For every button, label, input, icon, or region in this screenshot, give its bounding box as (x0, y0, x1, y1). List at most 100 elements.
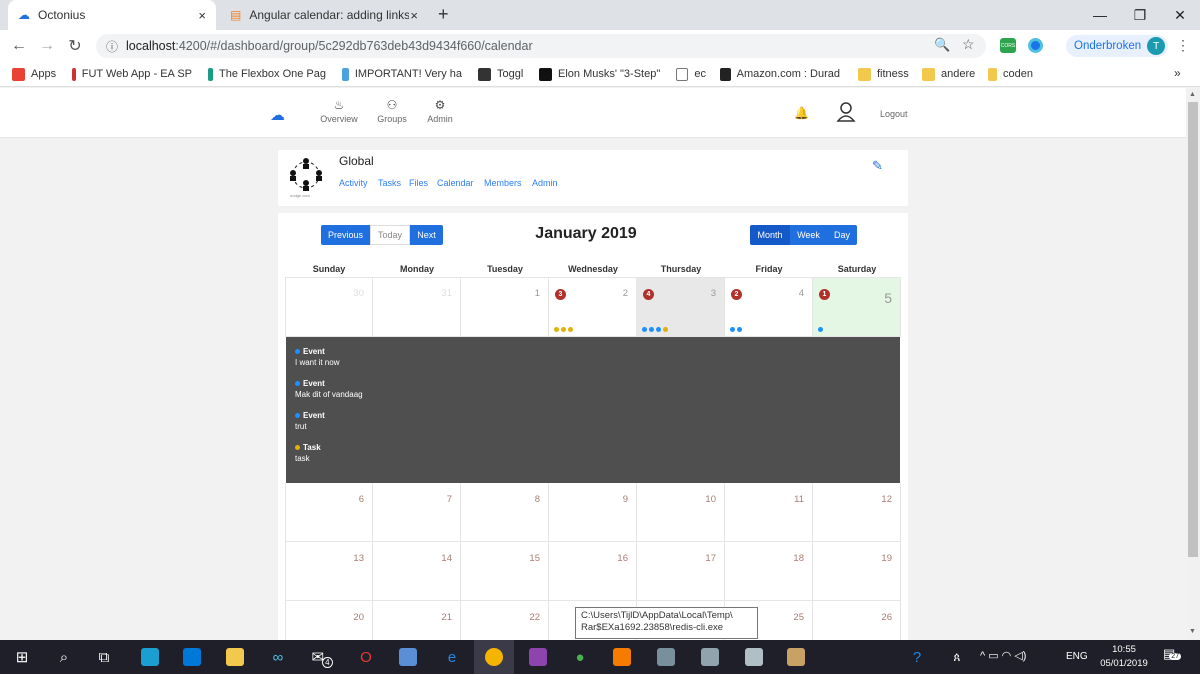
media-player-icon[interactable] (602, 640, 642, 674)
event-item[interactable]: Event Mak dit of vandaag (295, 379, 363, 399)
calendar-day-cell[interactable]: 23 (549, 277, 637, 337)
edge-icon[interactable]: e (432, 640, 472, 674)
octonius-logo-icon[interactable]: ☁ (270, 106, 285, 124)
close-window-button[interactable]: ✕ (1160, 0, 1200, 30)
bookmark-item[interactable]: andere (922, 66, 977, 82)
bookmark-item[interactable]: The Flexbox One Pag (208, 66, 326, 82)
calendar-day-cell[interactable]: 15 (461, 542, 549, 601)
store-icon[interactable] (172, 640, 212, 674)
edit-pencil-icon[interactable]: ✎ (872, 158, 883, 174)
more-bookmarks-icon[interactable]: » (1174, 66, 1181, 80)
calendar-day-cell[interactable]: 34 (637, 277, 725, 337)
group-tab-members[interactable]: Members (484, 178, 522, 188)
people-tray-icon[interactable]: ጰ (937, 640, 977, 674)
profile-button[interactable]: Onderbroken T (1066, 35, 1168, 57)
monitor-app-icon[interactable] (734, 640, 774, 674)
previous-button[interactable]: Previous (321, 225, 370, 245)
bookmark-item[interactable]: fitness (858, 66, 913, 82)
help-icon[interactable]: ? (897, 640, 937, 674)
bell-icon[interactable]: 🔔 (794, 106, 809, 120)
minimize-button[interactable]: — (1080, 0, 1120, 30)
scroll-up-icon[interactable]: ▲ (1189, 91, 1196, 98)
calendar-day-cell[interactable]: 8 (461, 483, 549, 542)
week-view-button[interactable]: Week (790, 225, 827, 245)
clock[interactable]: 10:55 05/01/2019 (1096, 643, 1152, 671)
chrome-icon[interactable] (474, 640, 514, 674)
notification-center-icon[interactable]: ▤27 (1163, 646, 1182, 662)
calendar-day-cell[interactable]: 16 (549, 542, 637, 601)
tab-close-icon[interactable]: × (410, 8, 418, 23)
nav-groups[interactable]: ⚇ Groups (367, 98, 417, 124)
tab-close-icon[interactable]: × (198, 8, 206, 23)
tray-icons[interactable]: ^ ▭ ◠ ◁) (980, 649, 1026, 662)
tab-angular-calendar[interactable]: ▤ Angular calendar: adding links to × (220, 0, 428, 30)
calendar-day-cell[interactable]: 42 (725, 277, 813, 337)
extension-eye-icon[interactable] (1028, 38, 1043, 53)
calendar-day-cell[interactable]: 1 (461, 277, 549, 337)
bookmark-item[interactable]: coden (988, 66, 1033, 82)
cors-extension-icon[interactable]: CORS (1000, 38, 1016, 53)
restore-button[interactable]: ❐ (1120, 0, 1160, 30)
tab-octonius[interactable]: ☁ Octonius × (8, 0, 216, 30)
books-app-icon[interactable] (776, 640, 816, 674)
calendar-day-cell[interactable]: 30 (285, 277, 373, 337)
calendar-day-cell[interactable]: 7 (373, 483, 461, 542)
group-tab-files[interactable]: Files (409, 178, 428, 188)
event-item[interactable]: Event trut (295, 411, 325, 431)
day-view-button[interactable]: Day (827, 225, 857, 245)
calendar-day-cell[interactable]: 19 (813, 542, 901, 601)
event-item[interactable]: Task task (295, 443, 321, 463)
calendar-day-cell[interactable]: 51 (813, 277, 901, 337)
event-item[interactable]: Event I want it now (295, 347, 339, 367)
calendar-day-cell[interactable]: 13 (285, 542, 373, 601)
bookmark-star-icon[interactable]: ☆ (962, 36, 975, 53)
calendar-day-cell[interactable]: 9 (549, 483, 637, 542)
scroll-down-icon[interactable]: ▼ (1189, 628, 1196, 635)
calendar-day-cell[interactable]: 12 (813, 483, 901, 542)
mail-icon[interactable]: ✉ 4 (302, 640, 342, 674)
month-view-button[interactable]: Month (750, 225, 790, 245)
task-view-icon[interactable]: ⧉ (84, 640, 124, 674)
calendar-day-cell[interactable]: 14 (373, 542, 461, 601)
app-icon[interactable] (388, 640, 428, 674)
file-explorer-icon[interactable] (215, 640, 255, 674)
bookmark-item[interactable]: Amazon.com : Durad (720, 66, 840, 82)
window-app-icon[interactable] (646, 640, 686, 674)
logout-link[interactable]: Logout (880, 109, 908, 119)
user-icon[interactable] (836, 101, 856, 123)
next-button[interactable]: Next (410, 225, 443, 245)
bookmark-item[interactable]: Apps (12, 66, 62, 82)
new-tab-button[interactable]: + (438, 4, 449, 25)
infinity-app-icon[interactable]: ∞ (258, 640, 298, 674)
webstorm-icon[interactable] (130, 640, 170, 674)
group-tab-calendar[interactable]: Calendar (437, 178, 474, 188)
group-tab-tasks[interactable]: Tasks (378, 178, 401, 188)
reload-icon[interactable]: ↻ (64, 35, 86, 57)
calendar-day-cell[interactable]: 11 (725, 483, 813, 542)
opera-icon[interactable]: O (346, 640, 386, 674)
calendar-day-cell[interactable]: 31 (373, 277, 461, 337)
forward-arrow-icon[interactable]: → (36, 35, 58, 57)
nav-admin[interactable]: ⚙ Admin (415, 98, 465, 124)
calendar-day-cell[interactable]: 6 (285, 483, 373, 542)
language-indicator[interactable]: ENG (1066, 651, 1088, 662)
today-button[interactable]: Today (370, 225, 410, 245)
bookmark-item[interactable]: ec (676, 66, 706, 82)
window-app-icon[interactable] (690, 640, 730, 674)
back-arrow-icon[interactable]: ← (8, 35, 30, 57)
address-bar[interactable]: ⓘ localhost:4200/#/dashboard/group/5c292… (96, 34, 986, 58)
scrollbar-thumb[interactable] (1188, 102, 1198, 557)
group-tab-activity[interactable]: Activity (339, 178, 368, 188)
winrar-icon[interactable] (518, 640, 558, 674)
bookmark-item[interactable]: Elon Musks' "3-Step" (539, 66, 664, 82)
bookmark-item[interactable]: FUT Web App - EA SP (72, 66, 192, 82)
bookmark-item[interactable]: IMPORTANT! Very ha (342, 66, 462, 82)
group-tab-admin[interactable]: Admin (532, 178, 558, 188)
calendar-day-cell[interactable]: 10 (637, 483, 725, 542)
windows-start-icon[interactable]: ⊞ (2, 640, 42, 674)
mongodb-icon[interactable]: ● (560, 640, 600, 674)
bookmark-item[interactable]: Toggl (478, 66, 528, 82)
nav-overview[interactable]: ♨ Overview (314, 98, 364, 124)
zoom-icon[interactable]: 🔍 (934, 37, 950, 53)
calendar-day-cell[interactable]: 18 (725, 542, 813, 601)
